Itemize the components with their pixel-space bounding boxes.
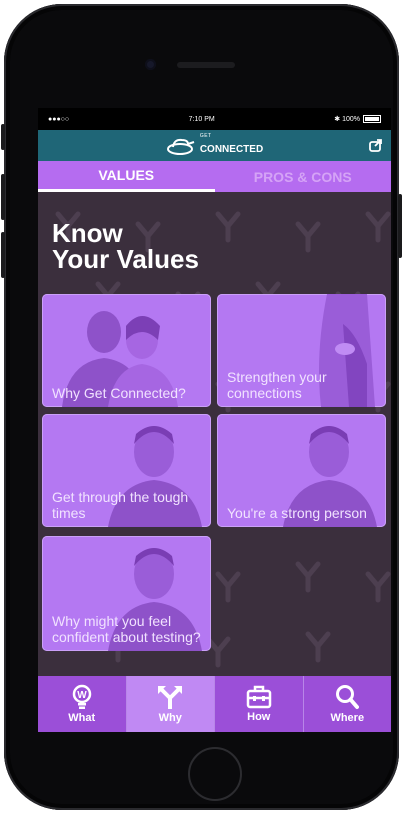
fork-arrows-icon [158,686,183,709]
card-label: Get through the tough times [52,489,189,521]
battery-icon [363,115,381,124]
pattern-fork-icon [305,631,331,663]
nav-label: Where [330,712,365,724]
nav-what[interactable]: W What [38,676,127,732]
status-time: 7:10 PM [188,115,215,123]
signal-indicator: ●●●○○ [48,115,70,123]
search-icon [336,685,360,709]
pattern-fork-icon [365,571,391,603]
earpiece-speaker [177,62,235,68]
front-camera [145,59,156,70]
tab-values[interactable]: VALUES [38,161,215,192]
tab-pros-cons[interactable]: PROS & CONS [215,161,392,192]
pattern-fork-icon [295,221,321,253]
card-tough-times[interactable]: Get through the tough times [42,414,211,527]
app-header: GET CONNECTED [38,130,391,161]
nav-label: What [68,712,96,724]
status-bar: ●●●○○ 7:10 PM ✱ 100% [38,108,391,130]
nav-label: How [247,711,271,723]
page-title-line1: Know [52,218,123,248]
logo-hat-icon [166,138,195,155]
tab-bar: VALUES PROS & CONS [38,161,391,192]
page-title: Know Your Values [52,220,199,272]
nav-how[interactable]: How [215,676,304,732]
card-label: Why Get Connected? [52,385,186,401]
bottom-nav: W What Why How Where [38,676,391,732]
battery-percent: 100% [342,115,360,123]
app-screen: ●●●○○ 7:10 PM ✱ 100% GET CONNECTED VALUE… [38,108,391,732]
page-title-line2: Your Values [52,244,199,274]
logo-small-text: GET [199,133,212,139]
lightbulb-icon: W [72,684,91,709]
power-button [398,194,402,258]
card-strong-person[interactable]: You're a strong person [217,414,386,527]
volume-down-button [1,232,5,278]
card-label: You're a strong person [227,505,367,521]
card-why-get-connected[interactable]: Why Get Connected? [42,294,211,407]
toolbox-icon [246,685,271,709]
logo-main-text: CONNECTED [199,144,264,155]
card-feel-confident-testing[interactable]: Why might you feel confident about testi… [42,536,211,651]
card-strengthen-connections[interactable]: Strengthen your connections [217,294,386,407]
mute-switch [1,124,5,150]
pattern-fork-icon [205,636,231,668]
pattern-fork-icon [215,571,241,603]
share-icon[interactable] [369,138,383,152]
card-label: Strengthen your connections [227,369,327,401]
battery-indicator: ✱ 100% [334,115,381,124]
card-label: Why might you feel confident about testi… [52,613,201,645]
nav-where[interactable]: Where [304,676,392,732]
nav-why[interactable]: Why [126,676,215,732]
volume-up-button [1,174,5,220]
phone-frame: ●●●○○ 7:10 PM ✱ 100% GET CONNECTED VALUE… [1,4,402,810]
svg-text:W: W [77,690,87,701]
pattern-fork-icon [215,211,241,243]
pattern-fork-icon [295,561,321,593]
home-button[interactable] [188,747,242,801]
pattern-fork-icon [365,211,391,243]
nav-label: Why [158,712,182,724]
app-logo: GET CONNECTED [166,134,263,157]
